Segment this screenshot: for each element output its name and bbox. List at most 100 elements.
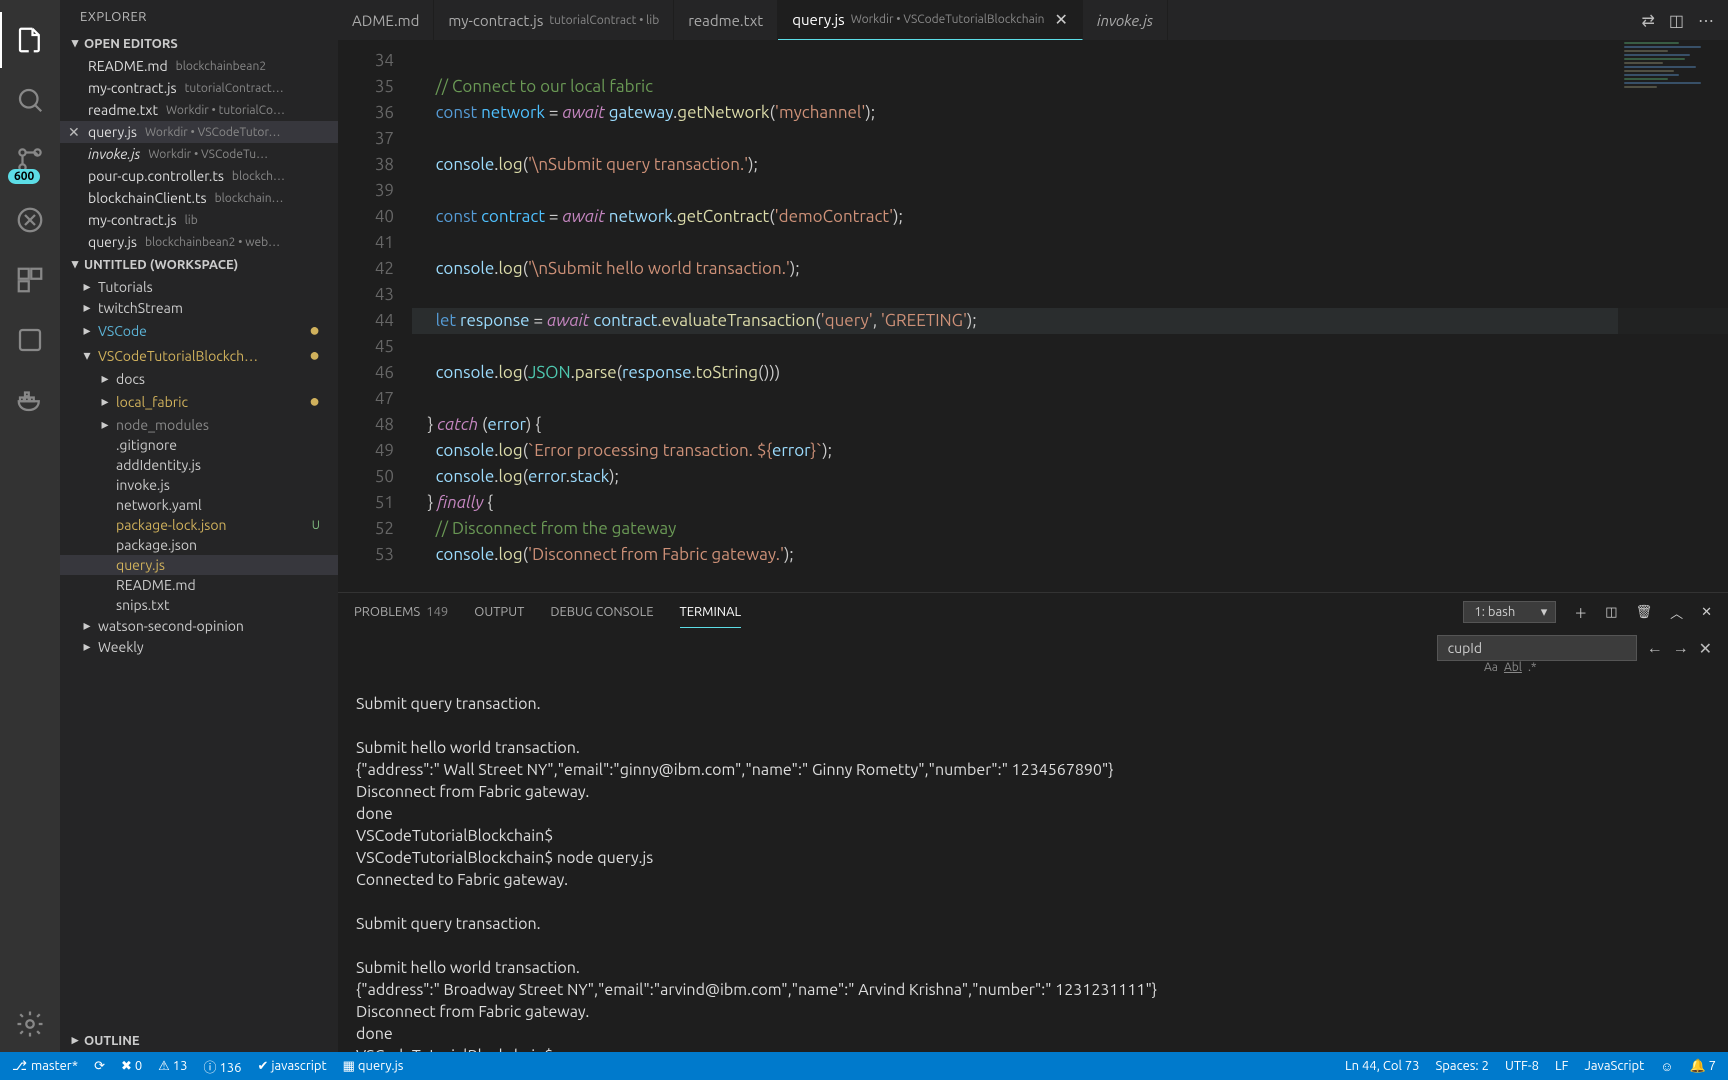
more-icon[interactable]: ⋯ (1698, 11, 1714, 30)
file-item[interactable]: invoke.js (60, 475, 338, 495)
status-file[interactable]: ▦ query.js (343, 1059, 404, 1074)
editor-tab[interactable]: ADME.md (338, 0, 434, 40)
open-editor-item[interactable]: blockchainClient.tsblockchain… (60, 187, 338, 209)
code-line[interactable] (412, 126, 1728, 152)
editor[interactable]: 3435363738394041424344454647484950515253… (338, 40, 1728, 592)
status-position[interactable]: Ln 44, Col 73 (1345, 1059, 1419, 1073)
file-item[interactable]: query.js (60, 555, 338, 575)
file-item[interactable]: .gitignore (60, 435, 338, 455)
find-case-icon[interactable]: Aa (1484, 661, 1498, 674)
find-regex-icon[interactable]: .* (1528, 661, 1537, 674)
open-editor-item[interactable]: query.jsblockchainbean2 • web… (60, 231, 338, 253)
file-item[interactable]: snips.txt (60, 595, 338, 615)
file-item[interactable]: package.json (60, 535, 338, 555)
terminal-kill-icon[interactable]: 🗑 (1636, 605, 1653, 620)
status-eol[interactable]: LF (1555, 1059, 1568, 1073)
status-language[interactable]: JavaScript (1584, 1059, 1644, 1073)
workspace-header[interactable]: ▾UNTITLED (WORKSPACE) (60, 253, 338, 276)
code-line[interactable]: console.log('\nSubmit query transaction.… (412, 152, 1728, 178)
panel-tab-problems[interactable]: PROBLEMS149 (354, 597, 448, 627)
status-notifications[interactable]: 🔔 7 (1690, 1059, 1717, 1074)
editor-tab[interactable]: invoke.js (1083, 0, 1168, 40)
code-line[interactable]: } catch (error) { (412, 412, 1728, 438)
status-spaces[interactable]: Spaces: 2 (1436, 1059, 1489, 1073)
activity-debug[interactable] (0, 192, 60, 248)
code-line[interactable]: } finally { (412, 490, 1728, 516)
code-line[interactable]: console.log(`Error processing transactio… (412, 438, 1728, 464)
code-line[interactable] (412, 48, 1728, 74)
terminal-find-input[interactable] (1437, 635, 1637, 661)
find-next-icon[interactable]: → (1673, 639, 1689, 658)
panel-tab-debug[interactable]: DEBUG CONSOLE (550, 597, 653, 627)
code-line[interactable] (412, 386, 1728, 412)
folder-item[interactable]: ▸twitchStream (60, 297, 338, 318)
panel-close-icon[interactable]: ✕ (1701, 605, 1712, 620)
panel-tab-output[interactable]: OUTPUT (474, 597, 524, 627)
code-line[interactable] (412, 230, 1728, 256)
terminal-select[interactable]: 1: bash (1463, 601, 1556, 623)
file-item[interactable]: README.md (60, 575, 338, 595)
find-close-icon[interactable]: ✕ (1699, 639, 1712, 658)
activity-scm[interactable]: 600 (0, 132, 60, 188)
code-line[interactable] (412, 282, 1728, 308)
code-line[interactable]: // Disconnect from the gateway (412, 516, 1728, 542)
editor-tab[interactable]: my-contract.jstutorialContract • lib (434, 0, 674, 40)
activity-docker[interactable] (0, 372, 60, 428)
close-icon[interactable]: ✕ (68, 124, 80, 141)
terminal-output[interactable]: Submit query transaction. Submit hello w… (338, 665, 1728, 1052)
editor-tab[interactable]: readme.txt (674, 0, 778, 40)
folder-item[interactable]: ▾VSCodeTutorialBlockch…● (60, 343, 338, 368)
status-sync[interactable]: ⟳ (94, 1059, 105, 1074)
panel-tab-terminal[interactable]: TERMINAL (680, 597, 742, 628)
status-errors[interactable]: ✖ 0 (121, 1059, 142, 1074)
folder-item[interactable]: ▸Weekly (60, 636, 338, 657)
open-editors-header[interactable]: ▾OPEN EDITORS (60, 32, 338, 55)
code-line[interactable]: console.log(JSON.parse(response.toString… (412, 360, 1728, 386)
minimap[interactable] (1618, 40, 1728, 592)
activity-settings[interactable] (0, 996, 60, 1052)
open-editor-item[interactable]: readme.txtWorkdir • tutorialCo… (60, 99, 338, 121)
status-encoding[interactable]: UTF-8 (1505, 1059, 1539, 1073)
code-area[interactable]: // Connect to our local fabric const net… (412, 40, 1728, 592)
code-line[interactable]: let response = await contract.evaluateTr… (412, 308, 1728, 334)
code-line[interactable] (412, 178, 1728, 204)
open-editor-item[interactable]: invoke.jsWorkdir • VSCodeTu… (60, 143, 338, 165)
status-info[interactable]: ⓘ 136 (203, 1057, 241, 1076)
folder-item[interactable]: ▸local_fabric● (60, 389, 338, 414)
activity-extensions[interactable] (0, 252, 60, 308)
terminal-new-icon[interactable]: ＋ (1574, 603, 1587, 622)
folder-item[interactable]: ▸VSCode● (60, 318, 338, 343)
code-line[interactable]: console.log(error.stack); (412, 464, 1728, 490)
compare-icon[interactable]: ⇄ (1641, 11, 1654, 30)
open-editor-item[interactable]: pour-cup.controller.tsblockch… (60, 165, 338, 187)
panel-maximize-icon[interactable]: ︿ (1670, 603, 1683, 622)
folder-item[interactable]: ▸docs (60, 368, 338, 389)
open-editor-item[interactable]: my-contract.jslib (60, 209, 338, 231)
outline-header[interactable]: ▸OUTLINE (60, 1029, 338, 1052)
folder-item[interactable]: ▸Tutorials (60, 276, 338, 297)
code-line[interactable]: // Connect to our local fabric (412, 74, 1728, 100)
code-line[interactable]: console.log('Disconnect from Fabric gate… (412, 542, 1728, 568)
activity-explorer[interactable] (0, 12, 60, 68)
status-feedback-icon[interactable]: ☺ (1660, 1059, 1673, 1074)
status-branch[interactable]: ⎇ master* (12, 1059, 78, 1074)
file-item[interactable]: network.yaml (60, 495, 338, 515)
status-eslint[interactable]: ✔ javascript (257, 1059, 326, 1074)
find-word-icon[interactable]: Abl (1504, 661, 1522, 674)
folder-item[interactable]: ▸watson-second-opinion (60, 615, 338, 636)
find-prev-icon[interactable]: ← (1647, 639, 1663, 658)
open-editor-item[interactable]: README.mdblockchainbean2 (60, 55, 338, 77)
file-item[interactable]: package-lock.jsonU (60, 515, 338, 535)
code-line[interactable]: const contract = await network.getContra… (412, 204, 1728, 230)
open-editor-item[interactable]: ✕query.jsWorkdir • VSCodeTutor… (60, 121, 338, 143)
terminal-split-icon[interactable]: ◫ (1605, 605, 1617, 620)
status-warnings[interactable]: ⚠ 13 (158, 1059, 187, 1074)
activity-ibm-block[interactable] (0, 312, 60, 368)
code-line[interactable] (412, 334, 1728, 360)
code-line[interactable]: const network = await gateway.getNetwork… (412, 100, 1728, 126)
activity-search[interactable] (0, 72, 60, 128)
close-icon[interactable]: ✕ (1055, 10, 1068, 29)
editor-tab[interactable]: query.jsWorkdir • VSCodeTutorialBlockcha… (778, 0, 1083, 40)
code-line[interactable]: console.log('\nSubmit hello world transa… (412, 256, 1728, 282)
file-item[interactable]: addIdentity.js (60, 455, 338, 475)
